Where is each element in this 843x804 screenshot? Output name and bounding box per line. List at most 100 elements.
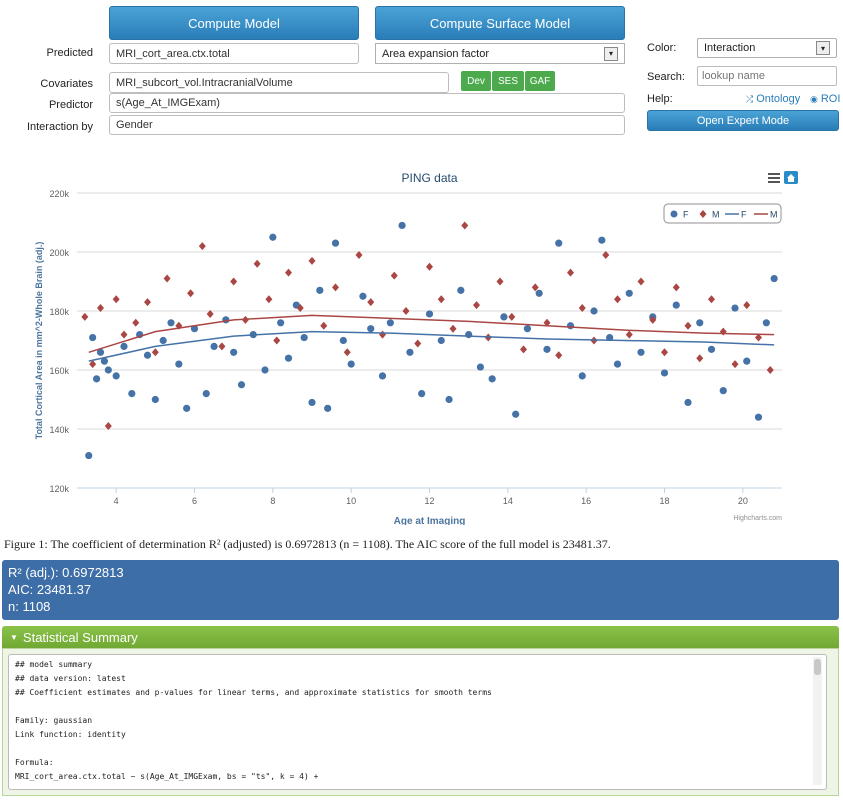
data-point-f (523, 325, 532, 333)
data-point-f (672, 301, 680, 309)
figure-caption: Figure 1: The coefficient of determinati… (4, 537, 611, 551)
scatter-chart: PING data 120k 140k 160k 180k 200k 220k 4 6 8 10 12… (34, 171, 798, 525)
ontology-link[interactable]: ⤮ Ontology (746, 93, 800, 105)
data-point-f (92, 375, 101, 383)
summary-line: Family: gaussian (15, 716, 93, 725)
data-point-f (120, 342, 128, 350)
data-point-f (308, 398, 316, 407)
color-select[interactable]: Interaction ▾ (697, 38, 837, 58)
y-tick-label: 120k (49, 484, 69, 494)
compute-model-button[interactable]: Compute Model (109, 6, 359, 40)
summary-line: MRI_cort_area.ctx.total ~ s(Age_At_IMGEx… (15, 772, 319, 781)
textarea-scrollbar[interactable] (813, 657, 822, 785)
roi-link[interactable]: ◉ ROI (810, 93, 840, 105)
data-point-f (316, 286, 324, 294)
data-point-f (128, 390, 136, 398)
covariates-input[interactable]: MRI_subcort_vol.IntracranialVolume (109, 72, 449, 93)
data-point-m (743, 301, 751, 310)
data-point-f (269, 233, 277, 241)
data-point-f (696, 319, 704, 327)
data-point-m (132, 318, 140, 327)
menu-icon (768, 177, 780, 179)
predicted-input[interactable]: MRI_cort_area.ctx.total (109, 43, 359, 64)
data-point-m (343, 348, 351, 357)
open-expert-mode-button[interactable]: Open Expert Mode (647, 110, 839, 131)
data-point-m (437, 295, 445, 304)
data-point-f (500, 313, 508, 321)
data-point-m (151, 348, 159, 357)
search-input[interactable] (697, 66, 837, 86)
data-point-m (120, 330, 128, 339)
data-point-m (81, 312, 89, 321)
data-point-f (660, 369, 669, 377)
menu-icon (768, 173, 780, 175)
summary-line: ## model summary (15, 660, 93, 669)
data-point-f (445, 395, 453, 404)
data-point-m (218, 342, 226, 351)
x-tick-label: 14 (503, 496, 513, 506)
legend-symbol-f (670, 210, 678, 218)
predictor-input[interactable]: s(Age_At_IMGExam) (109, 93, 625, 113)
ses-button[interactable]: SES (492, 71, 524, 91)
data-point-m (661, 348, 668, 357)
summary-textarea[interactable]: ## model summary ## data version: latest #… (8, 654, 827, 790)
data-point-f (406, 348, 414, 356)
legend-label: M (770, 210, 778, 220)
data-point-f (151, 395, 159, 404)
data-point-f (535, 289, 543, 297)
data-point-f (222, 316, 230, 324)
data-point-m (144, 298, 151, 307)
data-point-m (402, 307, 410, 315)
data-point-m (285, 268, 292, 277)
data-point-f (237, 381, 246, 389)
data-point-f (476, 363, 485, 371)
data-point-m (766, 366, 774, 374)
data-point-m (696, 354, 704, 363)
data-point-m (473, 301, 480, 310)
dev-button[interactable]: Dev (461, 71, 491, 91)
data-point-m (273, 336, 281, 345)
data-point-m (253, 259, 261, 268)
data-point-m (637, 277, 645, 286)
data-point-m (265, 295, 273, 304)
data-point-f (85, 451, 93, 460)
data-point-f (210, 342, 218, 350)
gaf-button[interactable]: GAF (525, 71, 555, 91)
statistical-summary-title: Statistical Summary (22, 629, 138, 645)
summary-line (15, 700, 820, 714)
data-point-m (187, 289, 195, 298)
interaction-by-label: Interaction by (26, 121, 93, 133)
data-point-f (386, 319, 394, 327)
data-point-f (104, 366, 112, 374)
data-point-m (567, 268, 574, 277)
data-point-m (508, 312, 516, 321)
data-point-f (512, 410, 520, 418)
data-point-f (762, 319, 770, 327)
statistical-summary-header[interactable]: ▼ Statistical Summary (2, 626, 839, 648)
data-point-f (543, 345, 551, 353)
y-tick-label: 180k (49, 307, 69, 317)
menu-icon (768, 181, 780, 183)
data-point-m (672, 283, 680, 292)
interaction-input[interactable]: Gender (109, 115, 625, 135)
data-point-f (183, 404, 191, 412)
surface-measure-value: Area expansion factor (382, 47, 490, 60)
x-tick-label: 10 (346, 496, 356, 506)
data-point-f (754, 413, 763, 421)
chart-title: PING data (401, 171, 457, 185)
data-point-f (731, 304, 739, 312)
y-tick-label: 220k (49, 189, 69, 199)
scrollbar-thumb[interactable] (814, 659, 821, 675)
data-point-m (379, 330, 386, 339)
x-tick-label: 20 (738, 496, 748, 506)
data-point-m (308, 256, 316, 265)
y-axis-label: Total Cortical Area in mm^2-Whole Brain … (34, 242, 44, 440)
compute-surface-model-button[interactable]: Compute Surface Model (375, 6, 625, 40)
surface-measure-select[interactable]: Area expansion factor ▾ (375, 43, 625, 64)
caret-down-icon: ▼ (10, 632, 18, 642)
roi-link-label: ROI (820, 93, 841, 105)
data-point-m (520, 345, 527, 354)
data-point-m (496, 277, 504, 286)
summary-line: ## data version: latest (15, 674, 126, 683)
data-point-f (277, 319, 285, 327)
